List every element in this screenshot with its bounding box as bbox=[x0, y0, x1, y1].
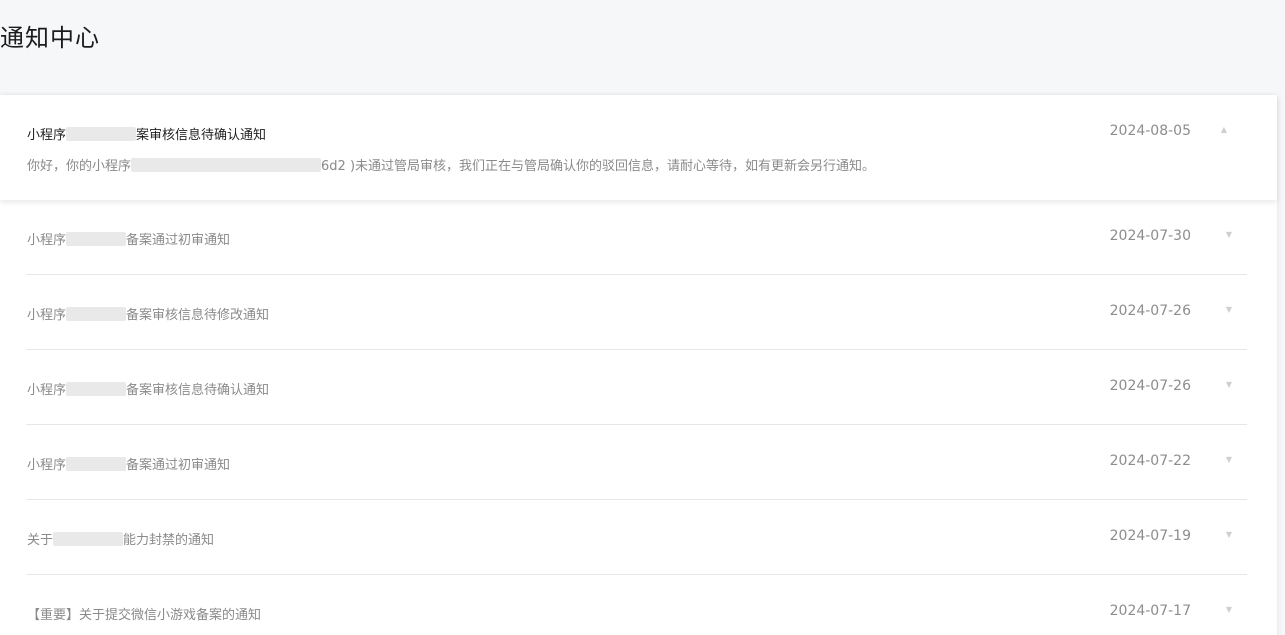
notification-title: 小程序 备案审核信息待修改通知 bbox=[27, 304, 269, 323]
notification-title: 小程序 案审核信息待确认通知 bbox=[27, 124, 266, 143]
notification-title-prefix: 【重要】关于提交微信小游戏备案的通知 bbox=[27, 608, 262, 623]
redacted-block bbox=[66, 127, 137, 141]
notification-date: 2024-07-22 bbox=[1109, 453, 1191, 469]
notification-body-prefix: 你好，你的小程序 bbox=[27, 159, 132, 174]
notification-title-prefix: 小程序 bbox=[27, 383, 67, 398]
redacted-block bbox=[131, 158, 322, 172]
notification-date: 2024-07-26 bbox=[1109, 303, 1191, 319]
notification-title: 小程序 备案审核信息待确认通知 bbox=[27, 379, 269, 398]
notification-title: 关于 能力封禁的通知 bbox=[27, 529, 214, 548]
notification-date: 2024-07-30 bbox=[1109, 228, 1191, 244]
notification-title-prefix: 关于 bbox=[27, 533, 54, 548]
redacted-block bbox=[66, 232, 127, 246]
notification-title-suffix: 备案审核信息待确认通知 bbox=[126, 383, 270, 398]
redacted-block bbox=[66, 457, 127, 471]
notification-body-text: 6d2 )未通过管局审核，我们正在与管局确认你的驳回信息，请耐心等待，如有更新会… bbox=[321, 159, 876, 174]
notification-date: 2024-07-17 bbox=[1109, 603, 1191, 619]
redacted-block bbox=[66, 382, 127, 396]
chevron-up-icon[interactable]: ▲ bbox=[1219, 125, 1229, 135]
notification-item[interactable]: 小程序 备案审核信息待修改通知 2024-07-26 ▼ bbox=[26, 275, 1247, 350]
notification-title-suffix: 案审核信息待确认通知 bbox=[136, 128, 267, 143]
chevron-down-icon[interactable]: ▼ bbox=[1224, 530, 1234, 540]
notification-title-prefix: 小程序 bbox=[27, 458, 67, 473]
notification-title-suffix: 能力封禁的通知 bbox=[123, 533, 215, 548]
notification-title: 小程序 备案通过初审通知 bbox=[27, 229, 230, 248]
notification-center-page: 通知中心 小程序 案审核信息待确认通知 2024-08-05 ▲ 你好，你的小程序… bbox=[0, 0, 1285, 635]
notification-title-prefix: 小程序 bbox=[27, 128, 67, 143]
notification-item[interactable]: 【重要】关于提交微信小游戏备案的通知 2024-07-17 ▼ bbox=[26, 575, 1247, 635]
redacted-block bbox=[53, 532, 124, 546]
notification-title-prefix: 小程序 bbox=[27, 233, 67, 248]
notification-title-suffix: 备案通过初审通知 bbox=[126, 458, 231, 473]
chevron-down-icon[interactable]: ▼ bbox=[1224, 455, 1234, 465]
notification-item[interactable]: 小程序 备案审核信息待确认通知 2024-07-26 ▼ bbox=[26, 350, 1247, 425]
notification-title-suffix: 备案通过初审通知 bbox=[126, 233, 231, 248]
notification-list: 小程序 案审核信息待确认通知 2024-08-05 ▲ 你好，你的小程序 6d2 )… bbox=[0, 95, 1277, 635]
notification-date: 2024-07-19 bbox=[1109, 528, 1191, 544]
notification-title: 小程序 备案通过初审通知 bbox=[27, 454, 230, 473]
chevron-down-icon[interactable]: ▼ bbox=[1224, 305, 1234, 315]
notification-title-prefix: 小程序 bbox=[27, 308, 67, 323]
notification-date: 2024-08-05 bbox=[1109, 123, 1191, 139]
chevron-down-icon[interactable]: ▼ bbox=[1224, 380, 1234, 390]
notification-title: 【重要】关于提交微信小游戏备案的通知 bbox=[27, 604, 261, 623]
page-title: 通知中心 bbox=[0, 24, 100, 52]
notification-body: 你好，你的小程序 6d2 )未通过管局审核，我们正在与管局确认你的驳回信息，请耐心… bbox=[27, 155, 875, 174]
notification-date: 2024-07-26 bbox=[1109, 378, 1191, 394]
notification-item[interactable]: 小程序 案审核信息待确认通知 2024-08-05 ▲ 你好，你的小程序 6d2 )… bbox=[0, 95, 1277, 200]
redacted-block bbox=[66, 307, 127, 321]
notification-item[interactable]: 小程序 备案通过初审通知 2024-07-22 ▼ bbox=[26, 425, 1247, 500]
chevron-down-icon[interactable]: ▼ bbox=[1224, 605, 1234, 615]
notification-item[interactable]: 关于 能力封禁的通知 2024-07-19 ▼ bbox=[26, 500, 1247, 575]
notification-title-suffix: 备案审核信息待修改通知 bbox=[126, 308, 270, 323]
notification-item[interactable]: 小程序 备案通过初审通知 2024-07-30 ▼ bbox=[26, 200, 1247, 275]
chevron-down-icon[interactable]: ▼ bbox=[1224, 230, 1234, 240]
